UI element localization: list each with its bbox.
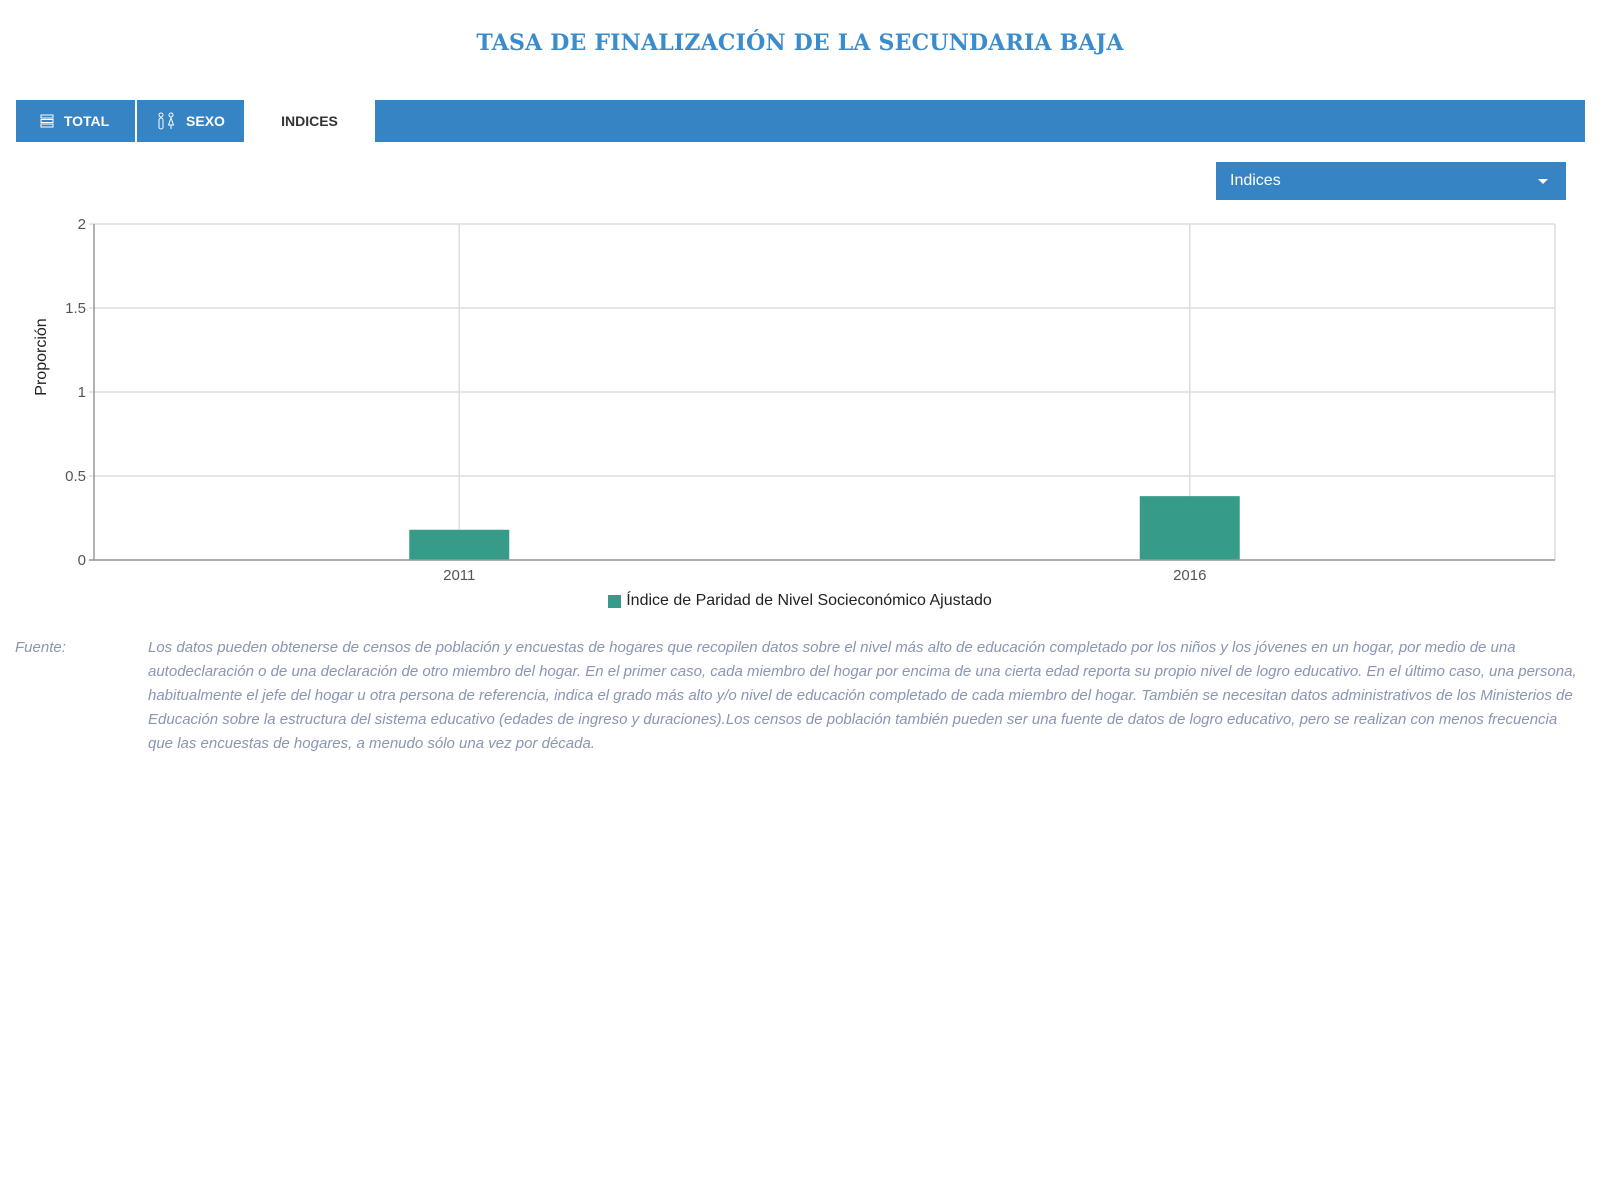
bar — [1139, 496, 1240, 560]
tab-sexo[interactable]: SEXO — [135, 100, 244, 142]
legend-swatch — [608, 594, 622, 608]
x-tick-label: 2011 — [443, 567, 475, 584]
tab-indices[interactable]: INDICES — [244, 100, 375, 142]
bars-icon — [40, 114, 54, 128]
source-text: Los datos pueden obtenerse de censos de … — [148, 639, 1577, 752]
tab-indices-label: INDICES — [281, 113, 338, 129]
caret-down-icon — [1538, 178, 1548, 184]
tab-total-label: TOTAL — [63, 113, 110, 129]
tab-bar: TOTAL SEXO INDICES — [16, 100, 1585, 142]
source-note: Fuente: Los datos pueden obtenerse de ce… — [15, 636, 1585, 756]
y-tick-label: 1 — [78, 384, 86, 401]
page-title: TASA DE FINALIZACIÓN DE LA SECUNDARIA BA… — [476, 30, 1124, 56]
indicator-select-value: Indices — [1230, 172, 1281, 189]
tab-total[interactable]: TOTAL — [16, 100, 133, 142]
y-axis-label: Proporción — [33, 318, 50, 395]
source-label: Fuente: — [15, 639, 66, 656]
indicator-select[interactable]: Indices — [1216, 162, 1566, 200]
tab-sexo-label: SEXO — [186, 113, 225, 129]
gender-icon — [156, 112, 176, 130]
y-tick-label: 2 — [78, 216, 86, 233]
y-tick-label: 0.5 — [65, 468, 86, 485]
chart-legend: Índice de Paridad de Nivel Socieconómico… — [0, 592, 1600, 610]
bar — [409, 529, 510, 560]
y-tick-label: 1.5 — [65, 300, 86, 317]
y-tick-label: 0 — [78, 552, 86, 569]
legend-label: Índice de Paridad de Nivel Socieconómico… — [626, 592, 992, 609]
bar-chart: 0 0.5 1 1.5 2 2011 2016 Proporción — [33, 216, 1556, 584]
x-tick-label: 2016 — [1173, 567, 1206, 584]
